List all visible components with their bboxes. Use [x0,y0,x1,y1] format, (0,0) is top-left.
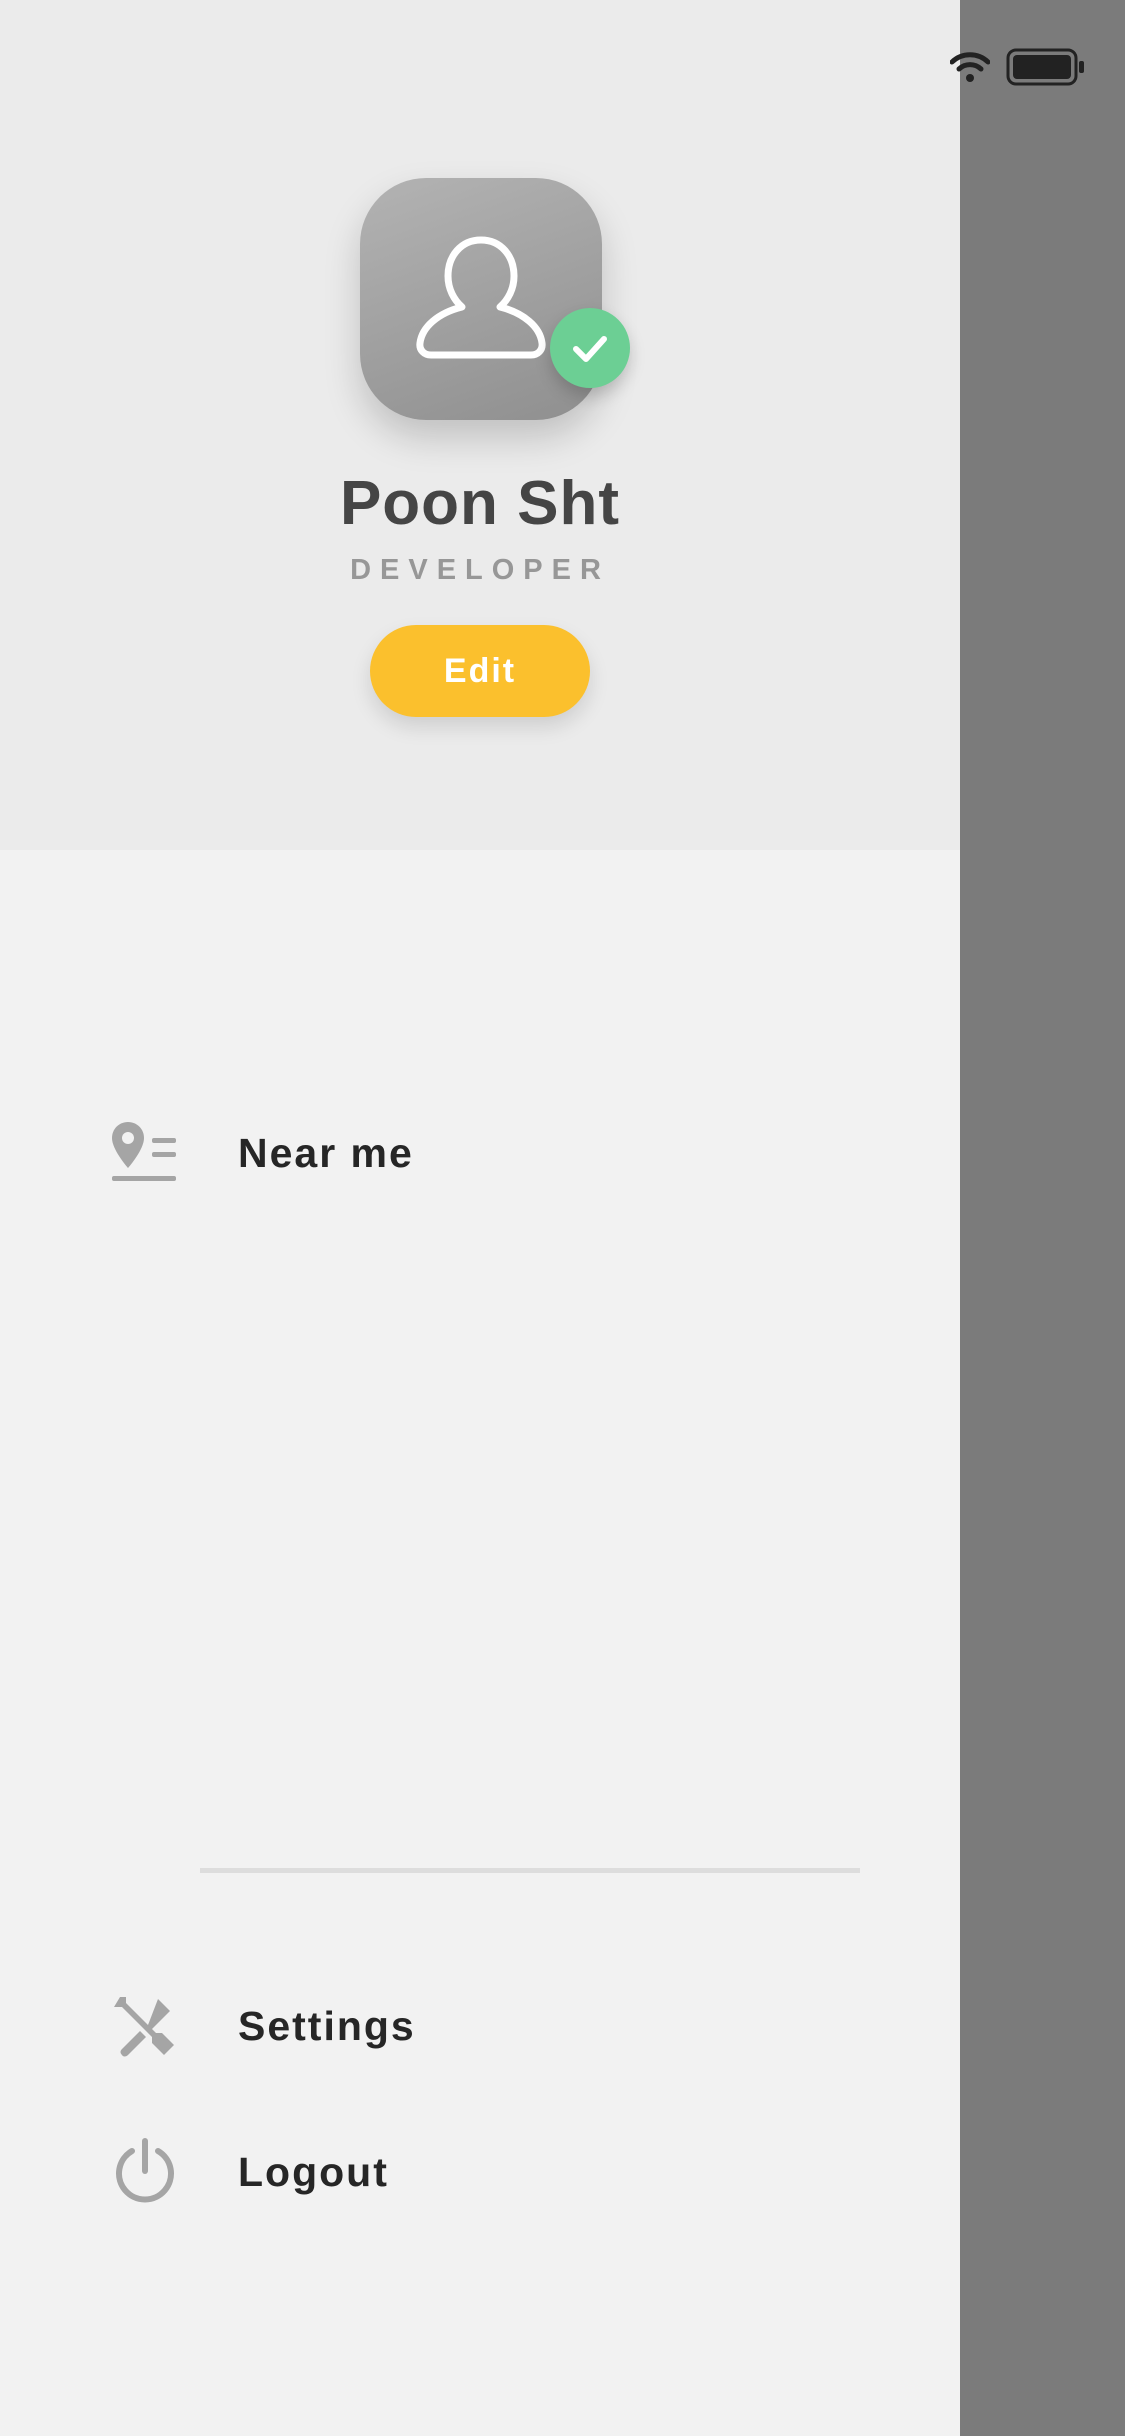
menu-item-near-me[interactable]: Near me [110,1108,870,1198]
menu-label-logout: Logout [238,2148,389,2195]
user-icon [416,236,546,359]
edit-button[interactable]: Edit [370,625,590,717]
avatar-container [360,178,630,420]
verified-badge [550,308,630,388]
power-icon [110,2137,180,2207]
wifi-icon [950,52,990,82]
menu-label-near-me: Near me [238,1129,414,1176]
battery-icon [1006,48,1084,86]
menu-item-settings[interactable]: Settings [110,1981,870,2071]
status-bar [950,48,1100,88]
side-drawer: Poon Sht DEVELOPER Edit Near me Settings [0,0,960,2436]
tools-icon [110,1991,180,2061]
menu-label-settings: Settings [238,2002,416,2049]
profile-header: Poon Sht DEVELOPER Edit [0,0,960,850]
location-list-icon [110,1118,180,1188]
profile-role: DEVELOPER [350,554,610,586]
menu-item-logout[interactable]: Logout [110,2127,870,2217]
check-icon [573,336,607,362]
avatar[interactable] [360,178,602,420]
menu-divider [200,1868,860,1873]
profile-name: Poon Sht [339,469,621,538]
